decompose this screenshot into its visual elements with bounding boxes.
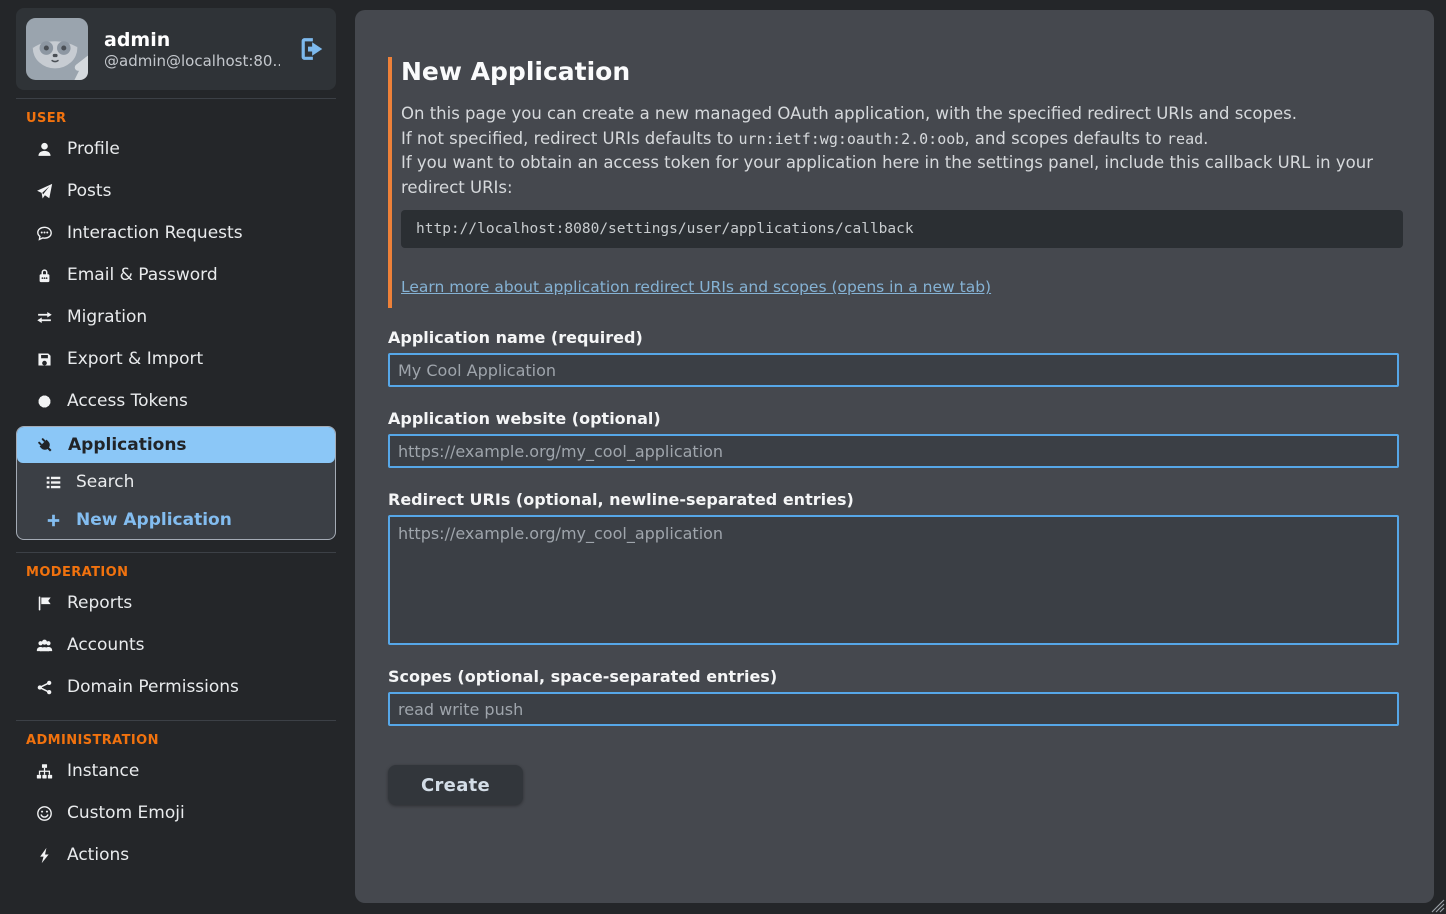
sidebar-item-label: Accounts xyxy=(67,635,145,655)
sidebar-item-label: Email & Password xyxy=(67,265,218,285)
sidebar-item-label: New Application xyxy=(76,510,232,530)
user-handle: @admin@localhost:80... xyxy=(104,52,280,70)
sidebar-item-reports[interactable]: Reports xyxy=(16,582,336,624)
user-meta: admin @admin@localhost:80... xyxy=(104,28,280,71)
comment-dots-icon xyxy=(36,225,53,242)
sidebar-item-applications[interactable]: Applications xyxy=(17,427,335,463)
seal-icon xyxy=(36,393,53,410)
new-application-intro: New Application On this page you can cre… xyxy=(388,57,1403,308)
scopes-label: Scopes (optional, space-separated entrie… xyxy=(388,667,1403,686)
intro-line-1: On this page you can create a new manage… xyxy=(401,102,1403,127)
redirect-uris-label: Redirect URIs (optional, newline-separat… xyxy=(388,490,1403,509)
sidebar-item-accounts[interactable]: Accounts xyxy=(16,624,336,666)
main-panel: New Application On this page you can cre… xyxy=(355,10,1434,903)
sidebar-item-label: Profile xyxy=(67,139,120,159)
sidebar-item-label: Actions xyxy=(67,845,129,865)
learn-more-link[interactable]: Learn more about application redirect UR… xyxy=(401,278,991,296)
sidebar-item-label: Domain Permissions xyxy=(67,677,239,697)
new-application-form: Application name (required) Application … xyxy=(388,328,1403,805)
application-website-label: Application website (optional) xyxy=(388,409,1403,428)
sidebar-item-interaction-requests[interactable]: Interaction Requests xyxy=(16,212,336,254)
bolt-icon xyxy=(36,847,53,864)
smiley-icon xyxy=(36,805,53,822)
sidebar-item-custom-emoji[interactable]: Custom Emoji xyxy=(16,792,336,834)
sidebar-item-label: Access Tokens xyxy=(67,391,188,411)
floppy-disk-icon xyxy=(36,351,53,368)
sidebar-item-applications-search[interactable]: Search xyxy=(17,463,335,501)
sidebar-item-actions[interactable]: Actions xyxy=(16,834,336,876)
plug-icon xyxy=(37,437,54,454)
application-name-input[interactable] xyxy=(388,353,1399,387)
sidebar-item-access-tokens[interactable]: Access Tokens xyxy=(16,380,336,422)
sidebar-item-profile[interactable]: Profile xyxy=(16,128,336,170)
create-button[interactable]: Create xyxy=(388,765,523,805)
redirect-uris-textarea[interactable] xyxy=(388,515,1399,645)
application-name-label: Application name (required) xyxy=(388,328,1403,347)
flag-icon xyxy=(36,595,53,612)
sidebar-item-export-import[interactable]: Export & Import xyxy=(16,338,336,380)
scopes-input[interactable] xyxy=(388,692,1399,726)
page-title: New Application xyxy=(401,57,1403,86)
divider xyxy=(16,98,336,99)
transfer-arrows-icon xyxy=(36,309,53,326)
sidebar-item-label: Interaction Requests xyxy=(67,223,243,243)
paper-plane-icon xyxy=(36,183,53,200)
sidebar-item-applications-new[interactable]: New Application xyxy=(17,501,335,539)
sidebar-item-label: Custom Emoji xyxy=(67,803,185,823)
inline-code-oob: urn:ietf:wg:oauth:2.0:oob xyxy=(739,130,965,148)
sidebar-item-domain-permissions[interactable]: Domain Permissions xyxy=(16,666,336,708)
lock-icon xyxy=(36,267,53,284)
callback-url-code-block: http://localhost:8080/settings/user/appl… xyxy=(401,210,1403,248)
window-resize-grip[interactable] xyxy=(1431,899,1445,913)
user-icon xyxy=(36,141,53,158)
sidebar-item-label: Instance xyxy=(67,761,139,781)
application-website-input[interactable] xyxy=(388,434,1399,468)
inline-code-read: read xyxy=(1167,130,1203,148)
sidebar-item-label: Reports xyxy=(67,593,132,613)
sidebar-item-label: Applications xyxy=(68,435,187,455)
list-icon xyxy=(45,474,62,491)
avatar xyxy=(26,18,88,80)
intro-line-2: If not specified, redirect URIs defaults… xyxy=(401,127,1403,152)
sign-out-icon[interactable] xyxy=(296,34,326,64)
divider xyxy=(16,552,336,553)
user-card: admin @admin@localhost:80... xyxy=(16,8,336,90)
section-header-administration: ADMINISTRATION xyxy=(26,733,336,748)
users-icon xyxy=(36,637,53,654)
sidebar-item-posts[interactable]: Posts xyxy=(16,170,336,212)
plus-icon xyxy=(45,512,62,529)
section-header-moderation: MODERATION xyxy=(26,565,336,580)
applications-group: Applications Search New Application xyxy=(16,426,336,540)
sidebar-item-label: Posts xyxy=(67,181,111,201)
settings-sidebar: admin @admin@localhost:80... USER Profil… xyxy=(16,8,336,876)
intro-text: On this page you can create a new manage… xyxy=(401,102,1403,200)
sidebar-item-migration[interactable]: Migration xyxy=(16,296,336,338)
sidebar-item-instance[interactable]: Instance xyxy=(16,750,336,792)
intro-line-3: If you want to obtain an access token fo… xyxy=(401,151,1403,200)
sitemap-icon xyxy=(36,763,53,780)
divider xyxy=(16,720,336,721)
sidebar-item-label: Export & Import xyxy=(67,349,203,369)
sidebar-item-email-password[interactable]: Email & Password xyxy=(16,254,336,296)
section-header-user: USER xyxy=(26,111,336,126)
user-name: admin xyxy=(104,28,280,53)
sidebar-item-label: Migration xyxy=(67,307,147,327)
share-nodes-icon xyxy=(36,679,53,696)
sidebar-item-label: Search xyxy=(76,472,134,492)
